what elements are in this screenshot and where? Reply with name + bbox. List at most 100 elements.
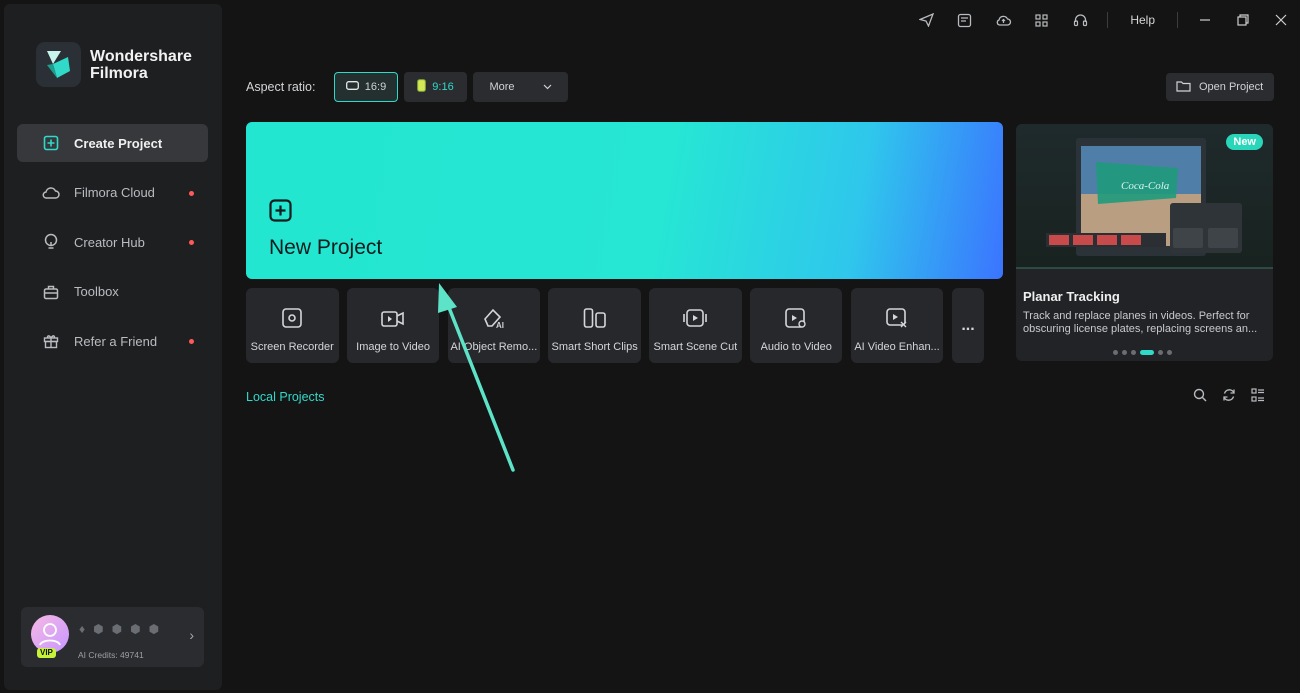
- sidebar-item-label: Filmora Cloud: [74, 185, 155, 200]
- chevron-down-icon: [543, 81, 552, 93]
- plus-square-icon: [269, 199, 292, 227]
- local-projects-toolbar: [1193, 388, 1265, 407]
- sidebar-item-label: Create Project: [74, 135, 163, 151]
- toolbox-icon: [42, 283, 60, 301]
- dropdown-label: More: [489, 81, 515, 93]
- cloud-upload-icon[interactable]: [984, 13, 1023, 27]
- headset-icon[interactable]: [1061, 13, 1100, 28]
- sidebar-nav: Create Project Filmora Cloud Creator Hub…: [17, 124, 208, 372]
- sidebar-item-creator-hub[interactable]: Creator Hub: [17, 223, 208, 261]
- cloud-icon: [42, 184, 60, 202]
- gift-icon: [42, 332, 60, 350]
- aspect-9-16-button[interactable]: 9:16: [404, 72, 467, 102]
- new-badge: New: [1226, 134, 1263, 150]
- aspect-option-label: 16:9: [364, 81, 387, 93]
- short-clips-icon: [583, 307, 607, 334]
- promo-description: Track and replace planes in videos. Perf…: [1023, 310, 1258, 335]
- refresh-icon[interactable]: [1222, 388, 1236, 407]
- minimize-icon[interactable]: [1186, 14, 1224, 26]
- tool-smart-scene-cut[interactable]: Smart Scene Cut: [649, 288, 742, 363]
- app-logo: Wondershare Filmora: [36, 42, 192, 87]
- account-panel[interactable]: VIP ♦ ⬢ ⬢ ⬢ ⬢ AI Credits: 49741 ›: [21, 607, 204, 667]
- app-name: Wondershare Filmora: [90, 48, 192, 82]
- divider: [1107, 12, 1109, 28]
- search-icon[interactable]: [1193, 388, 1207, 407]
- tool-label: Screen Recorder: [250, 341, 334, 353]
- badge-icon: ⬢: [111, 622, 123, 636]
- aspect-more-dropdown[interactable]: More: [473, 72, 568, 102]
- tool-audio-to-video[interactable]: Audio to Video: [749, 288, 843, 363]
- divider: [1177, 12, 1178, 28]
- portrait-icon: [417, 79, 427, 95]
- screen-recorder-icon: [281, 307, 303, 334]
- close-icon[interactable]: [1262, 14, 1300, 26]
- filmora-logo-icon: [36, 42, 81, 87]
- open-project-button[interactable]: Open Project: [1166, 73, 1274, 101]
- notification-dot: [189, 190, 194, 196]
- sidebar-item-toolbox[interactable]: Toolbox: [17, 273, 208, 311]
- title-bar: Help: [907, 0, 1300, 40]
- badge-icon: ⬢: [130, 622, 141, 636]
- video-enhance-icon: [885, 307, 909, 334]
- carousel-dot[interactable]: [1158, 350, 1163, 355]
- carousel-dot[interactable]: [1167, 350, 1172, 355]
- sidebar-item-label: Toolbox: [74, 284, 119, 299]
- landscape-icon: [345, 81, 359, 93]
- sidebar: Wondershare Filmora Create Project Filmo…: [4, 4, 222, 690]
- tool-label: Image to Video: [356, 341, 430, 353]
- ai-credits: AI Credits: 49741: [78, 650, 144, 660]
- audio-to-video-icon: [784, 307, 808, 334]
- new-project-card[interactable]: New Project: [246, 122, 1003, 279]
- tool-label: AI Video Enhan...: [854, 341, 940, 353]
- badge-icon: ⬢: [148, 622, 160, 636]
- bulb-icon: [42, 233, 60, 251]
- aspect-ratio-label: Aspect ratio:: [246, 80, 316, 94]
- sidebar-item-refer-a-friend[interactable]: Refer a Friend: [17, 322, 208, 360]
- sidebar-item-create-project[interactable]: Create Project: [17, 124, 208, 162]
- apps-grid-icon[interactable]: [1022, 13, 1061, 27]
- carousel-dot[interactable]: [1131, 350, 1136, 355]
- aspect-option-label: 9:16: [432, 81, 454, 93]
- svg-text:AI: AI: [496, 321, 504, 329]
- aspect-16-9-button[interactable]: 16:9: [334, 72, 398, 102]
- notification-dot: [189, 339, 194, 344]
- tool-ai-object-remover[interactable]: AI AI Object Remo...: [447, 288, 541, 363]
- tool-label: AI Object Remo...: [450, 341, 538, 353]
- notification-dot: [189, 240, 194, 245]
- restore-icon[interactable]: [1224, 14, 1262, 26]
- svg-text:Coca-Cola: Coca-Cola: [1121, 180, 1170, 192]
- carousel-dot-active[interactable]: [1140, 350, 1154, 355]
- help-menu[interactable]: Help: [1116, 13, 1169, 27]
- tool-screen-recorder[interactable]: Screen Recorder: [246, 288, 339, 363]
- chevron-right-icon[interactable]: ›: [189, 627, 194, 643]
- feature-promo-card[interactable]: Coca-Cola New Planar Tracking Track and …: [1016, 124, 1273, 361]
- local-projects-heading[interactable]: Local Projects: [246, 390, 325, 404]
- scene-cut-icon: [683, 307, 708, 334]
- eraser-ai-icon: AI: [482, 307, 506, 334]
- badge-icon: ♦: [79, 622, 86, 636]
- sidebar-item-label: Creator Hub: [74, 234, 145, 250]
- more-tools-button[interactable]: ...: [952, 288, 984, 363]
- tool-smart-short-clips[interactable]: Smart Short Clips: [548, 288, 641, 363]
- achievement-badges: ♦ ⬢ ⬢ ⬢ ⬢: [79, 622, 159, 636]
- open-project-label: Open Project: [1199, 81, 1264, 93]
- app-name-line1: Wondershare: [90, 47, 192, 65]
- tool-ai-video-enhancer[interactable]: AI Video Enhan...: [850, 288, 944, 363]
- carousel-dot[interactable]: [1122, 350, 1127, 355]
- folder-icon: [1176, 80, 1191, 95]
- badge-icon: ⬢: [93, 622, 104, 636]
- tool-image-to-video[interactable]: Image to Video: [346, 288, 440, 363]
- tool-label: Audio to Video: [760, 341, 832, 353]
- sidebar-item-label: Refer a Friend: [74, 333, 158, 349]
- carousel-dot[interactable]: [1113, 350, 1118, 355]
- app-name-line2: Filmora: [90, 64, 148, 82]
- sidebar-item-filmora-cloud[interactable]: Filmora Cloud: [17, 174, 208, 212]
- send-icon[interactable]: [907, 13, 946, 27]
- image-to-video-icon: [381, 307, 405, 334]
- quick-tools: Screen Recorder Image to Video AI AI Obj…: [246, 288, 944, 363]
- new-project-title: New Project: [269, 236, 383, 259]
- list-view-icon[interactable]: [1251, 388, 1265, 407]
- tool-label: Smart Scene Cut: [653, 341, 738, 353]
- tasks-icon[interactable]: [945, 13, 984, 28]
- carousel-dots[interactable]: [1113, 350, 1172, 355]
